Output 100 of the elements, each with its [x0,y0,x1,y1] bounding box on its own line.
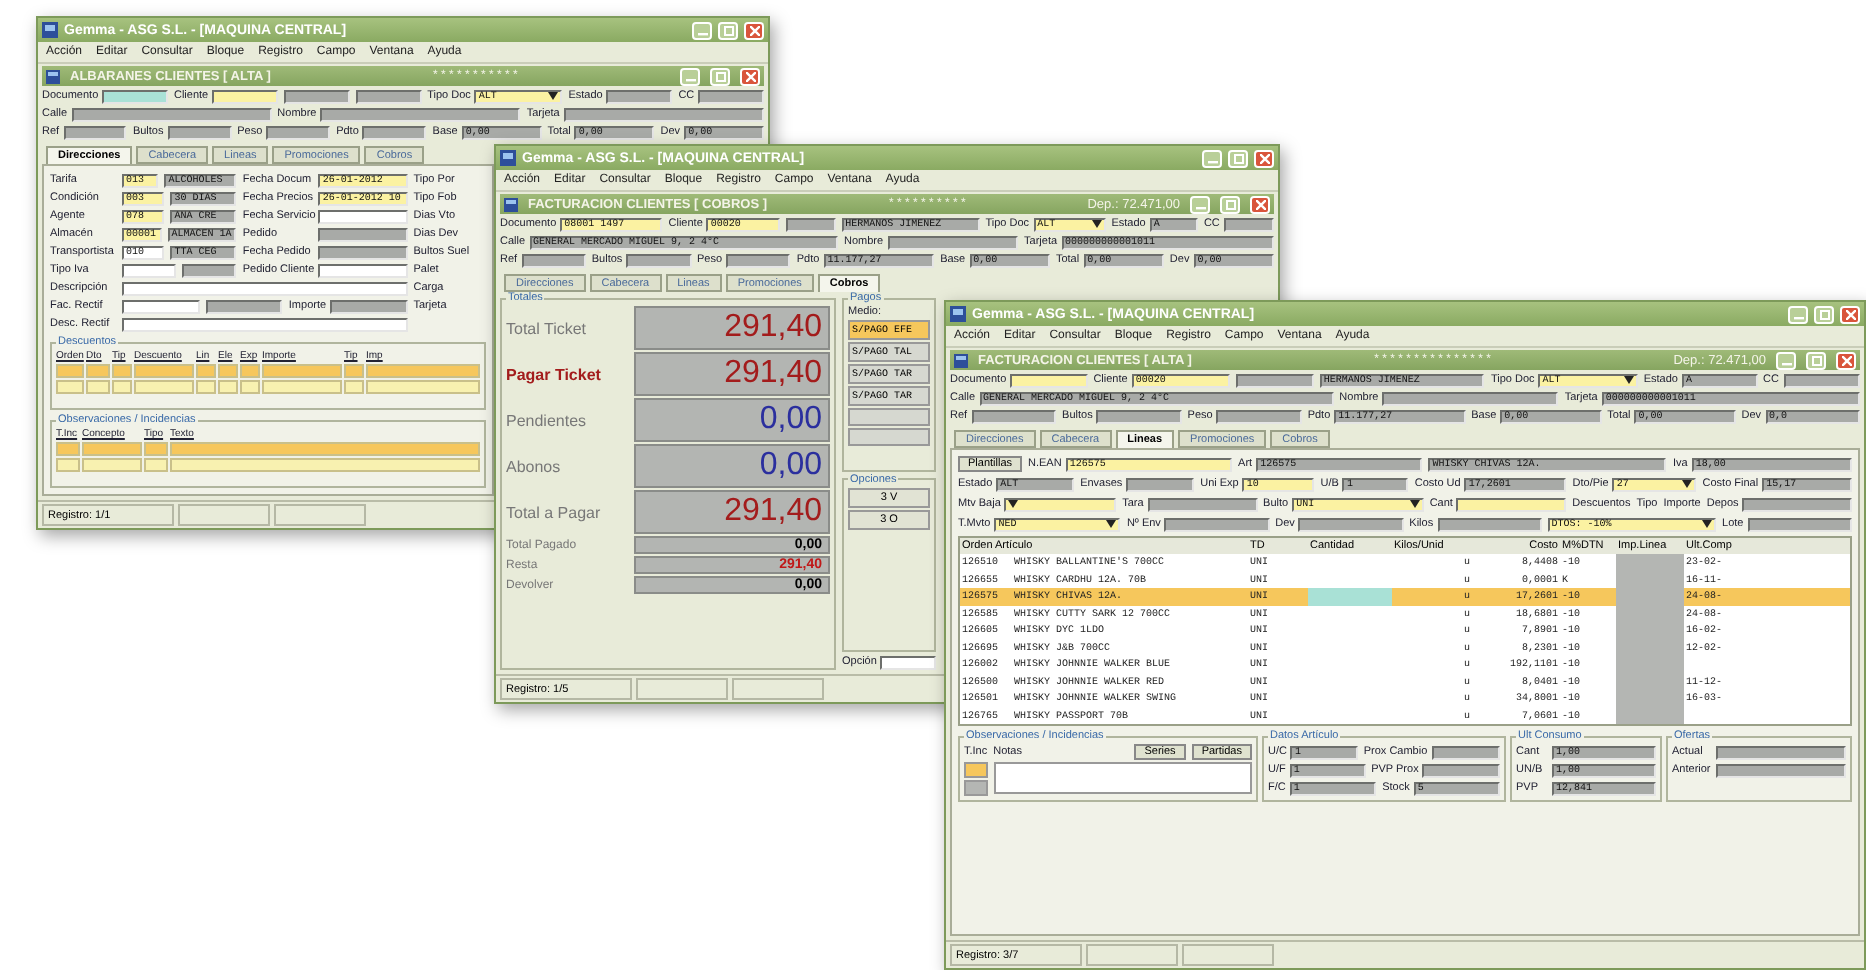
input-field[interactable] [1147,497,1258,511]
maximize-button[interactable] [1220,195,1240,213]
input-field[interactable] [563,107,764,121]
input-field[interactable] [122,317,408,331]
input-field[interactable] [1716,745,1846,759]
minimize-button[interactable] [1776,351,1796,369]
input-field[interactable] [1742,497,1852,511]
input-field[interactable] [1298,517,1404,531]
close-button[interactable] [1254,149,1274,167]
input-field[interactable] [1126,477,1195,491]
close-icon [1841,355,1851,365]
incident-cell[interactable] [964,761,988,777]
input-field[interactable] [318,227,408,241]
minimize-button[interactable] [1190,195,1210,213]
input-field[interactable] [266,125,331,139]
input-field[interactable] [1456,497,1567,511]
caret-icon [1623,376,1634,384]
input-field[interactable] [362,125,427,139]
input-field[interactable] [1216,409,1302,423]
incident-cell[interactable] [964,779,988,795]
close-button[interactable] [744,21,764,39]
close-icon [745,71,755,81]
maximize-icon [723,25,733,35]
close-button[interactable] [1250,195,1270,213]
caret-icon [1008,500,1019,508]
quantity-cell[interactable] [1308,588,1392,605]
input-field[interactable] [726,253,791,267]
input-field[interactable] [1382,391,1559,405]
close-button[interactable] [740,67,760,85]
input-field[interactable] [71,107,272,121]
total-label: Total a Pagar [506,503,603,521]
input-field[interactable] [1437,517,1542,531]
maximize-icon [1233,153,1243,163]
input-field[interactable] [212,89,278,103]
input-field[interactable] [63,125,127,139]
notes-field[interactable] [994,762,1252,794]
input-field[interactable] [122,263,177,277]
maximize-icon [715,71,725,81]
input-field[interactable] [785,217,836,231]
input-field[interactable] [887,235,1019,249]
input-field[interactable] [1747,517,1852,531]
total-label: Pagar Ticket [506,365,603,383]
input-field[interactable] [318,209,408,223]
close-button[interactable] [1836,351,1856,369]
input-field[interactable] [318,245,408,259]
input-field[interactable] [1422,763,1501,777]
maximize-button[interactable] [710,67,730,85]
dropdown-field[interactable] [1004,497,1117,511]
close-icon [1259,153,1269,163]
input-field[interactable] [1236,373,1314,387]
caret-icon [1091,220,1102,228]
input-field[interactable] [626,253,692,267]
input-field[interactable] [318,263,408,277]
caret-icon [1409,500,1420,508]
maximize-icon [1225,199,1235,209]
maximize-icon [1811,355,1821,365]
input-field[interactable] [698,89,764,103]
input-field[interactable] [102,89,168,103]
caret-icon [1106,520,1117,528]
total-value: 291,40 [634,352,830,396]
input-field[interactable] [1716,763,1846,777]
input-field[interactable] [355,89,422,103]
document-icon [504,197,518,211]
document-icon [46,69,60,83]
input-field[interactable] [122,299,200,313]
total-value: 291,40 [634,306,830,350]
input-field[interactable] [122,281,408,295]
table-cell [1616,554,1684,571]
caret-icon [548,92,559,100]
input-field[interactable] [971,409,1057,423]
total-value: 0,00 [634,444,830,488]
input-field[interactable] [606,89,673,103]
app-icon [500,150,516,166]
input-field[interactable] [167,125,232,139]
app-icon [42,22,58,38]
input-field[interactable] [1164,517,1270,531]
close-button[interactable] [1840,305,1860,323]
input-field[interactable] [1431,745,1501,759]
input-field[interactable] [880,655,936,669]
input-field[interactable] [205,299,283,313]
total-label: Abonos [506,457,563,475]
total-label: Pendientes [506,411,589,429]
maximize-icon [1819,309,1829,319]
input-field[interactable] [320,107,521,121]
close-icon [1255,199,1265,209]
input-field[interactable] [182,263,237,277]
total-label: Total Ticket [506,319,589,337]
input-field[interactable] [521,253,586,267]
input-field[interactable] [330,299,408,313]
close-icon [1845,309,1855,319]
total-value: 291,40 [634,490,830,534]
input-field[interactable] [1223,217,1274,231]
input-field[interactable] [1096,409,1182,423]
close-icon [749,25,759,35]
input-field[interactable] [1783,373,1861,387]
minimize-button[interactable] [680,67,700,85]
maximize-button[interactable] [1806,351,1826,369]
caret-icon [1682,480,1693,488]
input-field[interactable] [1010,373,1088,387]
input-field[interactable] [283,89,350,103]
